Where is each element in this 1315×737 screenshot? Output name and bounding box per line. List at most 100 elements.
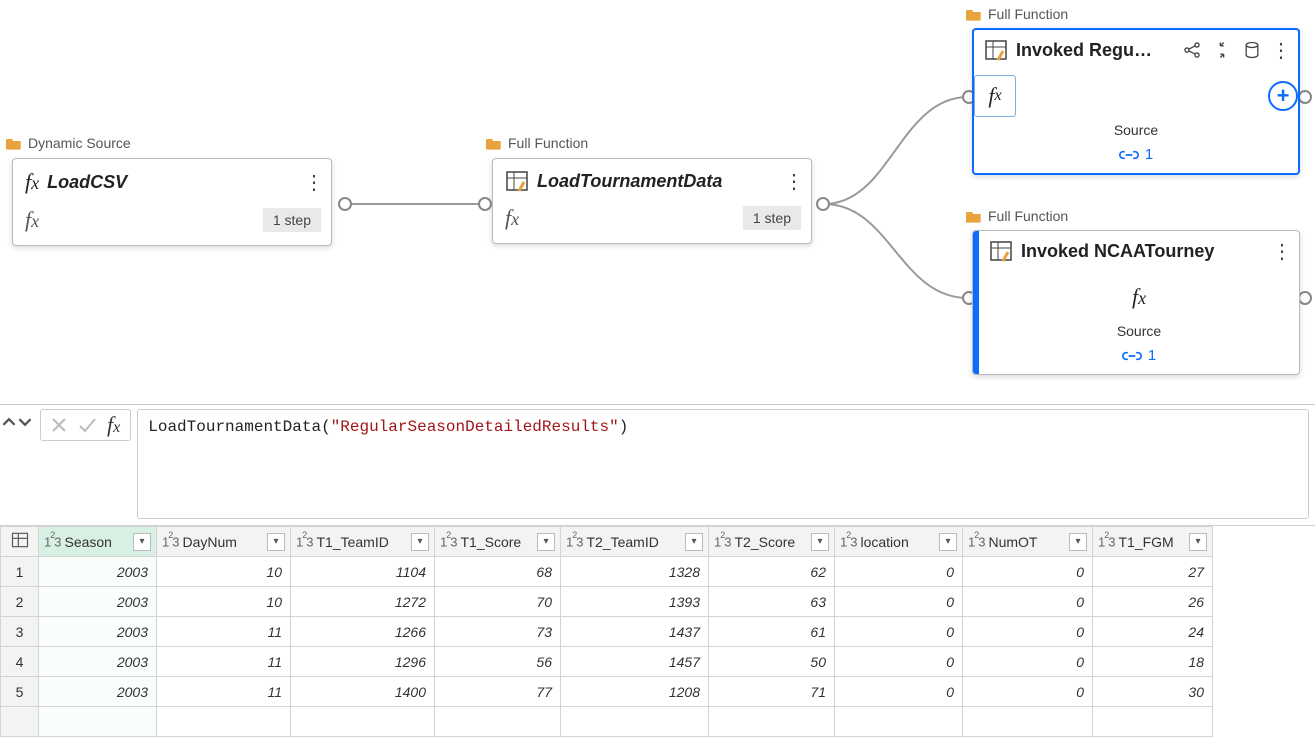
cell[interactable]: 1328	[561, 557, 709, 587]
row-number[interactable]: 5	[1, 677, 39, 707]
table-fx-icon	[505, 169, 529, 193]
share-icon[interactable]	[1182, 40, 1202, 60]
cell[interactable]: 61	[709, 617, 835, 647]
column-header[interactable]: 123T2_TeamID▾	[561, 527, 709, 557]
add-step-button[interactable]: +	[1268, 81, 1298, 111]
cancel-x-icon[interactable]	[47, 413, 71, 437]
column-header[interactable]: 123NumOT▾	[963, 527, 1093, 557]
cell[interactable]: 1296	[291, 647, 435, 677]
column-filter-dropdown[interactable]: ▾	[133, 533, 151, 551]
cell[interactable]: 1104	[291, 557, 435, 587]
cell[interactable]: 27	[1093, 557, 1213, 587]
column-filter-dropdown[interactable]: ▾	[411, 533, 429, 551]
column-filter-dropdown[interactable]: ▾	[685, 533, 703, 551]
database-icon[interactable]	[1242, 40, 1262, 60]
cell[interactable]: 1437	[561, 617, 709, 647]
column-header[interactable]: 123Season▾	[39, 527, 157, 557]
column-filter-dropdown[interactable]: ▾	[939, 533, 957, 551]
confirm-check-icon[interactable]	[75, 413, 99, 437]
cell[interactable]: 2003	[39, 617, 157, 647]
table-row[interactable]: 42003111296561457500018	[1, 647, 1213, 677]
column-filter-dropdown[interactable]: ▾	[1189, 533, 1207, 551]
cell[interactable]: 0	[963, 647, 1093, 677]
table-row[interactable]: 32003111266731437610024	[1, 617, 1213, 647]
cell[interactable]: 11	[157, 617, 291, 647]
cell[interactable]: 1400	[291, 677, 435, 707]
cell[interactable]: 71	[709, 677, 835, 707]
column-filter-dropdown[interactable]: ▾	[1069, 533, 1087, 551]
cell[interactable]: 30	[1093, 677, 1213, 707]
cell[interactable]: 68	[435, 557, 561, 587]
column-header[interactable]: 123DayNum▾	[157, 527, 291, 557]
row-number[interactable]: 4	[1, 647, 39, 677]
cell[interactable]: 10	[157, 557, 291, 587]
column-header[interactable]: 123location▾	[835, 527, 963, 557]
more-menu-icon[interactable]	[1270, 39, 1292, 61]
port[interactable]	[1298, 90, 1312, 104]
column-header[interactable]: 123T1_FGM▾	[1093, 527, 1213, 557]
node-invoked-regular[interactable]: Invoked Regu… fx + Source 1	[972, 28, 1300, 175]
step-source-box[interactable]: fx	[974, 75, 1016, 117]
table-row[interactable]: 52003111400771208710030	[1, 677, 1213, 707]
port[interactable]	[478, 197, 492, 211]
cell[interactable]: 2003	[39, 587, 157, 617]
cell[interactable]: 24	[1093, 617, 1213, 647]
more-menu-icon[interactable]	[783, 170, 805, 192]
port[interactable]	[816, 197, 830, 211]
table-row[interactable]: 22003101272701393630026	[1, 587, 1213, 617]
table-row[interactable]: 12003101104681328620027	[1, 557, 1213, 587]
cell[interactable]: 0	[835, 677, 963, 707]
column-filter-dropdown[interactable]: ▾	[811, 533, 829, 551]
cell[interactable]: 0	[963, 587, 1093, 617]
column-header[interactable]: 123T2_Score▾	[709, 527, 835, 557]
cell[interactable]: 1393	[561, 587, 709, 617]
column-filter-dropdown[interactable]: ▾	[537, 533, 555, 551]
column-header[interactable]: 123T1_Score▾	[435, 527, 561, 557]
cell[interactable]: 2003	[39, 647, 157, 677]
cell[interactable]: 1208	[561, 677, 709, 707]
cell[interactable]: 56	[435, 647, 561, 677]
cell[interactable]: 11	[157, 647, 291, 677]
cell[interactable]: 62	[709, 557, 835, 587]
port[interactable]	[338, 197, 352, 211]
cell[interactable]: 1266	[291, 617, 435, 647]
cell[interactable]: 0	[963, 617, 1093, 647]
cell[interactable]: 10	[157, 587, 291, 617]
formula-input[interactable]: LoadTournamentData("RegularSeasonDetaile…	[137, 409, 1309, 519]
more-menu-icon[interactable]	[1271, 240, 1293, 262]
cell[interactable]: 63	[709, 587, 835, 617]
port[interactable]	[1298, 291, 1312, 305]
cell[interactable]: 0	[835, 557, 963, 587]
row-number[interactable]: 2	[1, 587, 39, 617]
cell[interactable]: 70	[435, 587, 561, 617]
cell[interactable]: 2003	[39, 557, 157, 587]
collapse-icon[interactable]	[1212, 40, 1232, 60]
expand-collapse-arrows[interactable]	[0, 409, 34, 429]
row-number[interactable]: 1	[1, 557, 39, 587]
table-corner[interactable]	[1, 527, 39, 557]
more-menu-icon[interactable]	[303, 171, 325, 193]
cell[interactable]: 2003	[39, 677, 157, 707]
row-number[interactable]: 3	[1, 617, 39, 647]
column-header[interactable]: 123T1_TeamID▾	[291, 527, 435, 557]
column-filter-dropdown[interactable]: ▾	[267, 533, 285, 551]
cell[interactable]: 1272	[291, 587, 435, 617]
data-grid[interactable]: 123Season▾123DayNum▾123T1_TeamID▾123T1_S…	[0, 525, 1315, 737]
cell[interactable]: 1457	[561, 647, 709, 677]
cell[interactable]: 11	[157, 677, 291, 707]
cell[interactable]: 73	[435, 617, 561, 647]
diagram-canvas[interactable]: Dynamic Source Full Function Full Functi…	[0, 0, 1315, 395]
node-loadcsv[interactable]: fx LoadCSV fx 1 step	[12, 158, 332, 246]
cell[interactable]: 0	[835, 587, 963, 617]
cell[interactable]: 50	[709, 647, 835, 677]
node-invoked-ncaatourney[interactable]: Invoked NCAATourney fx Source 1	[972, 230, 1300, 375]
cell[interactable]: 0	[963, 557, 1093, 587]
cell[interactable]: 18	[1093, 647, 1213, 677]
cell[interactable]: 0	[963, 677, 1093, 707]
fx-icon: fx	[107, 412, 120, 438]
cell[interactable]: 26	[1093, 587, 1213, 617]
cell[interactable]: 0	[835, 647, 963, 677]
node-loadtournamentdata[interactable]: LoadTournamentData fx 1 step	[492, 158, 812, 244]
cell[interactable]: 77	[435, 677, 561, 707]
cell[interactable]: 0	[835, 617, 963, 647]
